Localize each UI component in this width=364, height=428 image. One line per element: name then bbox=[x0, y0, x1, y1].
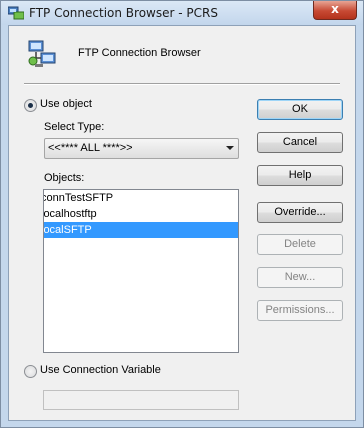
list-item[interactable]: localhostftp bbox=[44, 206, 238, 222]
cancel-button[interactable]: Cancel bbox=[257, 132, 343, 153]
window-title: FTP Connection Browser - PCRS bbox=[29, 6, 218, 20]
override-button[interactable]: Override... bbox=[257, 202, 343, 223]
select-type-dropdown[interactable]: <<**** ALL ****>> bbox=[44, 138, 239, 159]
header-title: FTP Connection Browser bbox=[78, 47, 201, 59]
ok-button[interactable]: OK bbox=[257, 99, 343, 120]
permissions-button: Permissions... bbox=[257, 300, 343, 321]
use-connection-variable-radio[interactable] bbox=[24, 365, 37, 378]
dialog-window: FTP Connection Browser - PCRS x FTP Conn… bbox=[0, 0, 364, 428]
dialog-body: FTP Connection Browser Use object Select… bbox=[8, 25, 356, 421]
list-item[interactable]: localSFTP bbox=[44, 222, 238, 238]
objects-listbox[interactable]: connTestSFTP localhostftp localSFTP bbox=[43, 189, 239, 353]
use-object-radio[interactable] bbox=[24, 99, 37, 112]
ftp-app-icon bbox=[8, 6, 24, 20]
ftp-network-icon bbox=[28, 40, 56, 67]
new-button: New... bbox=[257, 267, 343, 288]
objects-label: Objects: bbox=[44, 172, 85, 184]
close-button[interactable]: x bbox=[313, 1, 357, 20]
header-separator bbox=[24, 83, 340, 85]
list-item[interactable]: connTestSFTP bbox=[44, 190, 238, 206]
select-type-value: <<**** ALL ****>> bbox=[48, 142, 133, 154]
close-icon: x bbox=[331, 2, 339, 16]
chevron-down-icon bbox=[226, 146, 234, 150]
title-bar[interactable]: FTP Connection Browser - PCRS x bbox=[1, 1, 363, 25]
select-type-label: Select Type: bbox=[44, 121, 105, 133]
connection-variable-field bbox=[43, 390, 239, 410]
delete-button: Delete bbox=[257, 234, 343, 255]
use-object-label[interactable]: Use object bbox=[40, 98, 92, 110]
use-connection-variable-label[interactable]: Use Connection Variable bbox=[40, 364, 161, 376]
help-button[interactable]: Help bbox=[257, 165, 343, 186]
